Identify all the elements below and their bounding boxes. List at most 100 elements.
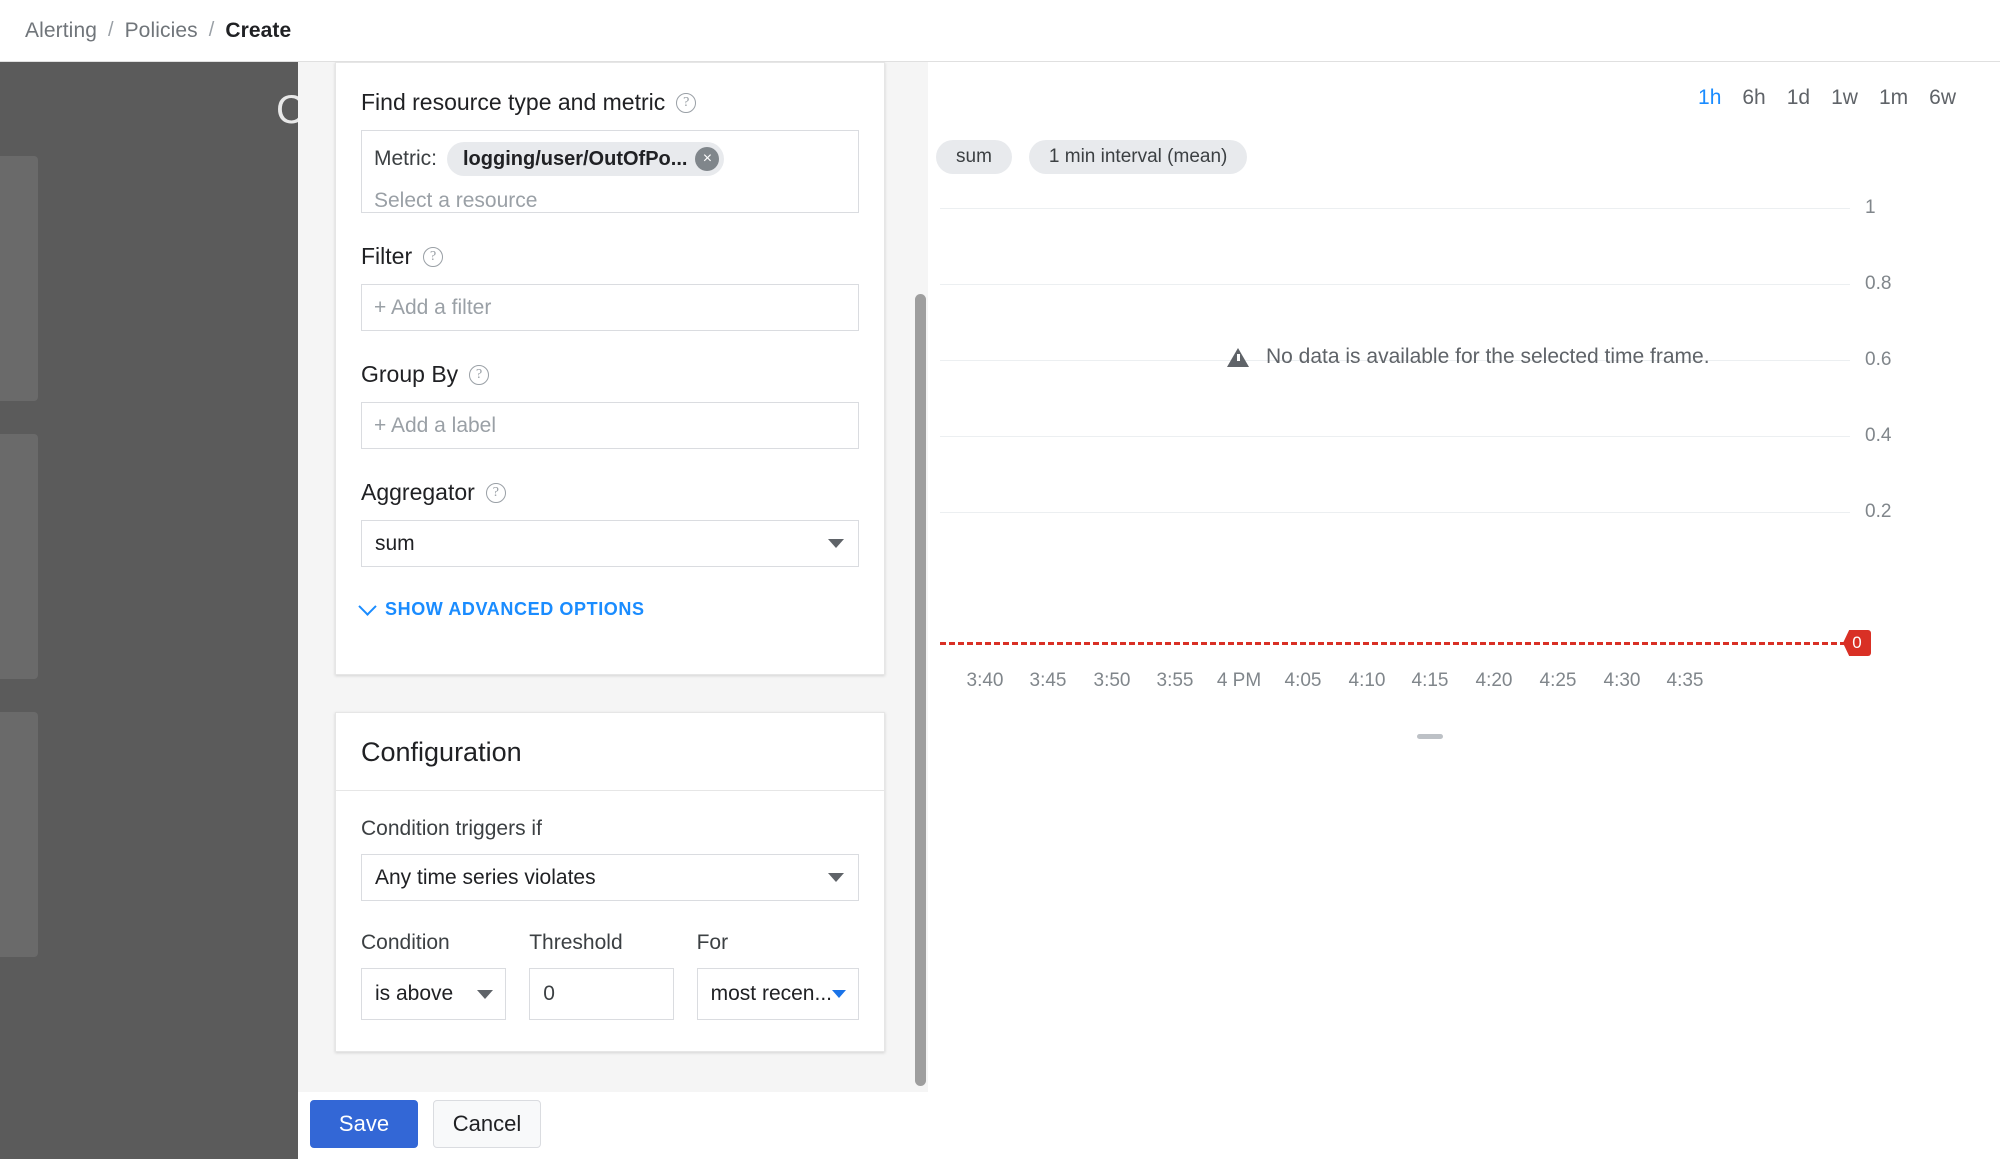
help-icon[interactable]: ? (423, 246, 444, 267)
close-icon[interactable]: × (695, 147, 720, 171)
x-axis-tick: 4:10 (1348, 670, 1386, 691)
breadcrumb-separator: / (108, 19, 114, 41)
aggregator-heading: Aggregator ? (361, 479, 859, 506)
warning-icon (1227, 347, 1249, 367)
y-axis-tick: 1 (1865, 197, 1876, 218)
x-axis-tick: 4:30 (1603, 670, 1641, 691)
configuration-card: Configuration Condition triggers if Any … (335, 712, 885, 1052)
help-icon[interactable]: ? (485, 482, 506, 503)
condition-select[interactable]: is above (361, 968, 507, 1020)
gridline (940, 436, 1850, 437)
gridline (940, 512, 1850, 513)
show-advanced-options-button[interactable]: SHOW ADVANCED OPTIONS (358, 597, 859, 620)
find-metric-label: Find resource type and metric (361, 89, 666, 115)
x-axis-tick: 3:50 (1093, 670, 1131, 691)
obscured-panel (0, 712, 38, 957)
breadcrumb: Alerting / Policies / Create (0, 0, 2000, 62)
threshold-line (940, 642, 1855, 645)
for-field: For most recen... (696, 931, 859, 1020)
x-axis-tick: 4:25 (1539, 670, 1577, 691)
filter-placeholder: + Add a filter (374, 295, 492, 319)
metric-chip-label: logging/user/OutOfPo... (463, 147, 688, 170)
chevron-down-icon (358, 597, 377, 616)
x-axis-tick: 4:15 (1411, 670, 1449, 691)
y-axis-tick: 0.6 (1865, 349, 1892, 370)
breadcrumb-item-create: Create (225, 18, 292, 42)
chevron-down-icon (828, 873, 844, 882)
empty-state-message: No data is available for the selected ti… (1227, 345, 1710, 369)
chevron-down-icon (832, 990, 846, 998)
x-axis-tick: 3:55 (1156, 670, 1194, 691)
group-by-input[interactable]: + Add a label (361, 402, 859, 449)
chevron-down-icon (828, 539, 844, 548)
x-axis-tick: 4:05 (1284, 670, 1322, 691)
group-by-placeholder: + Add a label (374, 413, 497, 437)
chevron-down-icon (477, 989, 494, 999)
x-axis-tick: 3:40 (966, 670, 1004, 691)
resource-placeholder: Select a resource (374, 189, 538, 212)
metric-input[interactable]: Metric: logging/user/OutOfPo... × Select… (361, 130, 859, 213)
dialog-footer: Save Cancel (310, 1100, 541, 1148)
time-range-1h[interactable]: 1h (1698, 86, 1721, 110)
condition-value: is above (375, 982, 454, 1005)
condition-row: Condition is above Threshold 0 For most … (361, 931, 859, 1020)
condition-triggers-select[interactable]: Any time series violates (361, 854, 859, 901)
breadcrumb-separator: / (208, 19, 215, 41)
threshold-input[interactable]: 0 (529, 968, 674, 1020)
cancel-button[interactable]: Cancel (433, 1100, 541, 1148)
filter-label: Filter (361, 243, 413, 269)
x-axis-tick: 4 PM (1216, 670, 1262, 691)
time-range-1d[interactable]: 1d (1787, 86, 1810, 110)
save-button[interactable]: Save (310, 1100, 418, 1148)
filter-heading: Filter ? (361, 243, 859, 270)
threshold-value-badge[interactable]: 0 (1843, 630, 1871, 656)
chart-preview-pane: 1h 6h 1d 1w 1m 6w sum 1 min interval (me… (880, 62, 2000, 1159)
chart-plot-area: 1 0.8 0.6 0.4 0.2 No data is available f… (880, 178, 2000, 739)
chip-aggregator[interactable]: sum (936, 140, 1012, 174)
filter-input[interactable]: + Add a filter (361, 284, 859, 331)
obscured-panel (0, 434, 38, 679)
chart-resize-handle[interactable] (1417, 734, 1443, 739)
for-label: For (696, 931, 729, 954)
group-by-heading: Group By ? (361, 361, 859, 388)
time-range-1w[interactable]: 1w (1831, 86, 1858, 110)
metric-prefix-label: Metric: (374, 147, 437, 170)
chart-chips: sum 1 min interval (mean) (936, 140, 1248, 174)
configuration-title: Configuration (336, 713, 884, 791)
x-axis-tick: 4:35 (1666, 670, 1704, 691)
for-value: most recen... (710, 982, 832, 1005)
condition-field: Condition is above (361, 931, 507, 1020)
for-select[interactable]: most recen... (696, 968, 859, 1020)
condition-triggers-value: Any time series violates (375, 865, 596, 889)
chip-interval[interactable]: 1 min interval (mean) (1028, 140, 1248, 174)
dimmed-overlay (0, 62, 298, 1159)
gridline (940, 284, 1850, 285)
y-axis-tick: 0.2 (1865, 501, 1892, 522)
x-axis-tick: 3:45 (1029, 670, 1067, 691)
help-icon[interactable]: ? (469, 364, 490, 385)
breadcrumb-item-alerting[interactable]: Alerting (25, 19, 97, 43)
time-range-1m[interactable]: 1m (1879, 86, 1908, 110)
scrollbar-thumb[interactable] (915, 294, 926, 1086)
threshold-label: Threshold (529, 931, 623, 954)
time-range-6h[interactable]: 6h (1742, 86, 1765, 110)
empty-state-text: No data is available for the selected ti… (1266, 345, 1710, 368)
gridline (940, 208, 1850, 209)
aggregator-label: Aggregator (361, 479, 475, 505)
aggregator-value: sum (375, 531, 415, 555)
breadcrumb-item-policies[interactable]: Policies (125, 19, 198, 43)
y-axis-tick: 0.4 (1865, 425, 1892, 446)
x-axis: 3:40 3:45 3:50 3:55 4 PM 4:05 4:10 4:15 … (940, 670, 1855, 700)
obscured-panel (0, 156, 38, 401)
time-range-6w[interactable]: 6w (1929, 86, 1956, 110)
aggregator-select[interactable]: sum (361, 520, 859, 567)
find-metric-heading: Find resource type and metric ? (361, 89, 859, 116)
y-axis-tick: 0.8 (1865, 273, 1892, 294)
group-by-label: Group By (361, 361, 459, 387)
threshold-field: Threshold 0 (529, 931, 674, 1020)
help-icon[interactable]: ? (676, 92, 697, 113)
condition-triggers-label: Condition triggers if (361, 817, 542, 840)
metric-chip[interactable]: logging/user/OutOfPo... × (447, 142, 725, 176)
show-advanced-options-label: SHOW ADVANCED OPTIONS (385, 599, 645, 619)
x-axis-tick: 4:20 (1475, 670, 1513, 691)
